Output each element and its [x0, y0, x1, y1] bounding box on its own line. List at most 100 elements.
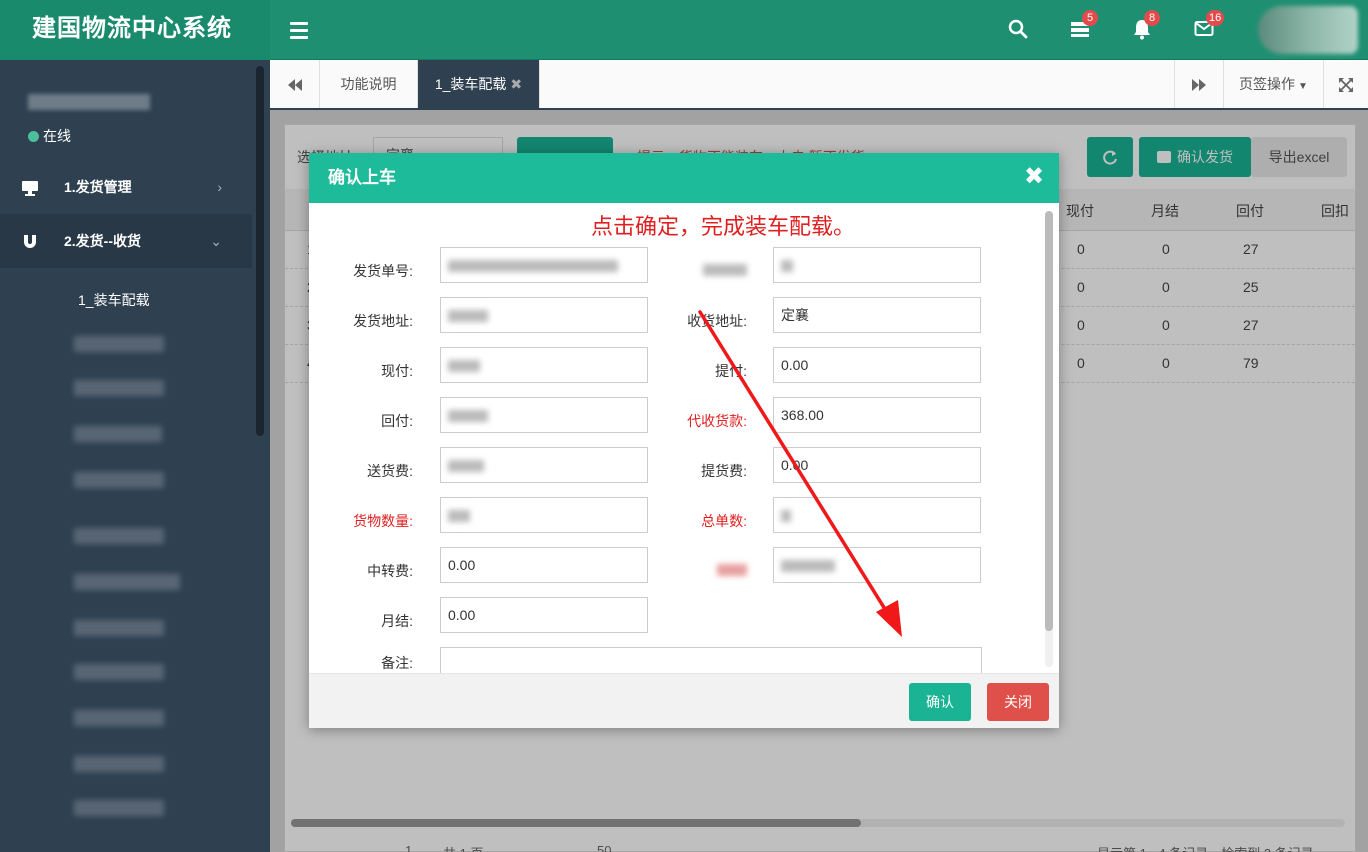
redacted-value	[717, 564, 747, 577]
sidebar-subitem-redacted[interactable]	[74, 710, 164, 726]
sidebar-subitem-redacted[interactable]	[74, 528, 164, 544]
online-status-label: 在线	[43, 128, 71, 144]
dialog-scrollbar[interactable]	[1045, 211, 1053, 667]
pickup-pay-field[interactable]: 0.00	[773, 347, 981, 383]
annotation-text: 点击确定，完成装车配载。	[591, 214, 856, 239]
tab-ops-dropdown[interactable]: 页签操作 ▼	[1224, 60, 1324, 108]
dialog-header: 确认上车	[309, 153, 1059, 203]
sidebar-item-shipping[interactable]: 1.发货管理 ›	[0, 160, 252, 214]
redacted-value	[448, 410, 488, 423]
redacted-value	[781, 510, 791, 523]
redacted-value	[448, 260, 618, 273]
redacted-field[interactable]	[773, 247, 981, 283]
top-navbar: 建国物流中心系统 5 8 16	[0, 0, 1368, 60]
bell-badge: 8	[1144, 10, 1160, 26]
tab-ops-label: 页签操作	[1239, 76, 1296, 92]
field-label: 现付:	[381, 363, 413, 379]
redacted-value	[781, 560, 835, 573]
tab-intro[interactable]: 功能说明	[320, 60, 418, 108]
dialog-title: 确认上车	[328, 168, 396, 187]
cargo-quantity-field[interactable]	[440, 497, 648, 533]
redacted-value	[448, 510, 470, 523]
sidebar-subitem-redacted[interactable]	[74, 574, 180, 590]
dialog-scrollbar-thumb[interactable]	[1045, 211, 1053, 631]
field-label: 货物数量:	[353, 513, 413, 529]
confirm-load-dialog: 确认上车 ✖ 点击确定，完成装车配载。 发货单号: 发货地址: 现付: 回付: …	[309, 153, 1059, 728]
tasks-badge: 5	[1082, 10, 1098, 26]
dialog-footer: 确认 关闭	[309, 673, 1059, 728]
search-icon[interactable]	[1007, 18, 1031, 42]
sidebar-item-ship-receive[interactable]: 2.发货--收货 ⌄	[0, 214, 252, 268]
field-label: 中转费:	[367, 563, 413, 579]
sidebar-subitem-redacted[interactable]	[74, 336, 164, 352]
redacted-value	[703, 264, 747, 277]
shipment-number-field[interactable]	[440, 247, 648, 283]
mail-badge: 16	[1206, 10, 1225, 26]
redacted-value	[781, 260, 793, 273]
tab-scroll-left-button[interactable]	[270, 60, 320, 108]
magnet-icon	[20, 214, 40, 268]
transfer-fee-field[interactable]: 0.00	[440, 547, 648, 583]
redacted-value	[448, 460, 484, 473]
field-label: 备注:	[381, 655, 413, 671]
chevron-down-icon: ⌄	[210, 233, 222, 249]
redacted-value	[448, 360, 480, 373]
sidebar-subitem-redacted[interactable]	[74, 472, 164, 488]
sidebar-subitem-loading[interactable]: 1_装车配载	[78, 290, 150, 310]
redacted-value	[448, 310, 488, 323]
online-status: 在线	[28, 126, 71, 146]
tab-loading-label: 1_装车配载	[434, 76, 507, 92]
ship-address-field[interactable]	[440, 297, 648, 333]
cod-amount-field[interactable]: 368.00	[773, 397, 981, 433]
online-dot-icon	[28, 131, 39, 142]
field-label: 代收货款:	[687, 413, 747, 429]
field-label-redacted	[643, 261, 747, 277]
return-pay-field[interactable]	[440, 397, 648, 433]
sidebar-subitem-redacted[interactable]	[74, 664, 164, 680]
monthly-pay-field[interactable]: 0.00	[440, 597, 648, 633]
sidebar-item-label: 1.发货管理	[64, 179, 132, 195]
close-button[interactable]: 关闭	[987, 683, 1049, 721]
close-icon[interactable]: ✖	[1023, 165, 1045, 189]
cash-pay-field[interactable]	[440, 347, 648, 383]
redacted-field[interactable]	[773, 547, 981, 583]
sidebar-subitem-redacted[interactable]	[74, 380, 164, 396]
field-label: 发货单号:	[353, 263, 413, 279]
delivery-fee-field[interactable]	[440, 447, 648, 483]
receive-address-field[interactable]: 定襄	[773, 297, 981, 333]
sidebar-subitem-redacted[interactable]	[74, 426, 162, 442]
field-label: 总单数:	[701, 513, 747, 529]
field-label: 回付:	[381, 413, 413, 429]
field-label: 月结:	[381, 613, 413, 629]
tab-bar: 功能说明 1_装车配载 ✖ 页签操作 ▼	[270, 60, 1368, 110]
desktop-icon	[20, 160, 40, 214]
tab-loading[interactable]: 1_装车配载 ✖	[418, 60, 540, 108]
user-name-redacted	[28, 94, 150, 110]
mail-icon[interactable]: 16	[1194, 10, 1225, 42]
remark-field[interactable]	[440, 647, 982, 673]
fullscreen-icon[interactable]	[1324, 60, 1368, 108]
tab-scroll-right-button[interactable]	[1174, 60, 1224, 108]
pickup-fee-field[interactable]: 0.00	[773, 447, 981, 483]
chevron-right-icon: ›	[217, 179, 222, 195]
sidebar-item-label: 2.发货--收货	[64, 233, 141, 249]
field-label: 送货费:	[367, 463, 413, 479]
sidebar-scrollbar[interactable]	[256, 66, 264, 436]
avatar[interactable]	[1258, 6, 1358, 54]
hamburger-icon[interactable]	[290, 18, 308, 42]
sidebar: 在线 1.发货管理 › 2.发货--收货 ⌄ 1_装车配载	[0, 60, 270, 852]
sidebar-subitem-redacted[interactable]	[74, 800, 164, 816]
app-title: 建国物流中心系统	[0, 0, 270, 60]
sidebar-subitem-redacted[interactable]	[74, 620, 164, 636]
field-label: 发货地址:	[353, 313, 413, 329]
tasks-icon[interactable]: 5	[1070, 10, 1098, 42]
confirm-button[interactable]: 确认	[909, 683, 971, 721]
tab-close-icon[interactable]: ✖	[510, 76, 522, 92]
field-label-redacted	[643, 561, 747, 577]
dialog-body: 点击确定，完成装车配载。 发货单号: 发货地址: 现付: 回付: 送货费: 货物…	[309, 203, 1059, 673]
sidebar-subitem-redacted[interactable]	[74, 756, 164, 772]
field-label: 提付:	[715, 363, 747, 379]
total-orders-field[interactable]	[773, 497, 981, 533]
field-label: 收货地址:	[687, 313, 747, 329]
bell-icon[interactable]: 8	[1132, 10, 1160, 42]
